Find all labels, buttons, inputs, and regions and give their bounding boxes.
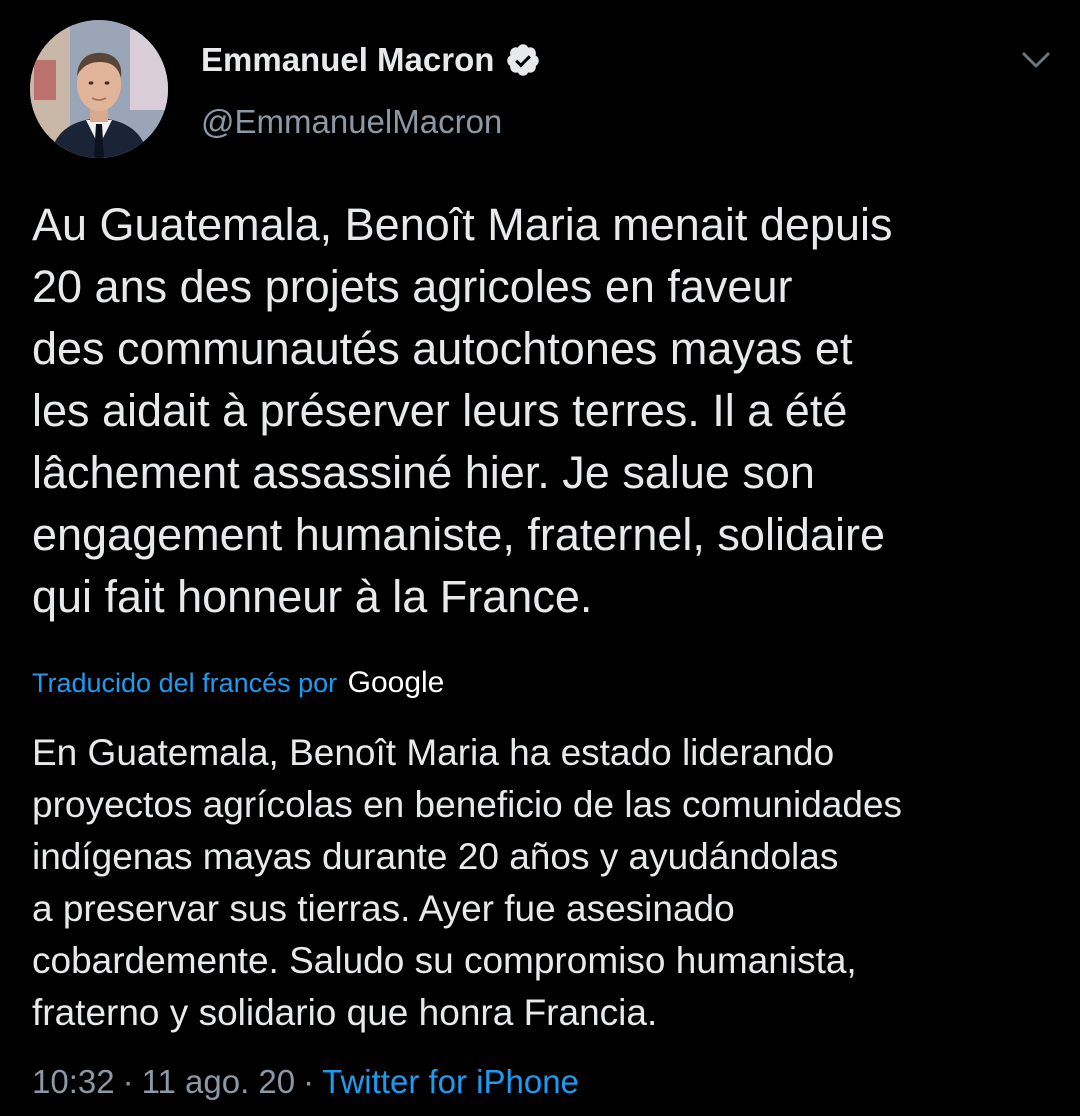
chevron-down-icon[interactable] [1018, 46, 1054, 74]
meta-separator: · [303, 1063, 315, 1100]
meta-separator: · [122, 1063, 134, 1100]
translated-text-line: indígenas mayas durante 20 años y ayudán… [32, 836, 839, 877]
tweet-text-line: 20 ans des projets agricoles en faveur [32, 261, 793, 312]
tweet: Emmanuel Macron @EmmanuelMacron Au Guate… [0, 0, 1080, 1116]
translated-text-line: a preservar sus tierras. Ayer fue asesin… [32, 888, 735, 929]
translated-text-line: En Guatemala, Benoît Maria ha estado lid… [32, 732, 835, 773]
translated-text-line: proyectos agrícolas en beneficio de las … [32, 784, 903, 825]
tweet-text: Au Guatemala, Benoît Maria menait depuis… [32, 194, 1052, 628]
tweet-text-line: qui fait honneur à la France. [32, 571, 593, 622]
tweet-text-line: lâchement assassiné hier. Je salue son [32, 447, 815, 498]
tweet-time[interactable]: 10:32 [32, 1063, 115, 1100]
translated-text-line: fraterno y solidario que honra Francia. [32, 992, 658, 1033]
avatar-photo [30, 20, 168, 158]
translated-text: En Guatemala, Benoît Maria ha estado lid… [32, 727, 1052, 1039]
verified-badge-icon [507, 44, 539, 76]
google-logo: Google [347, 666, 445, 699]
translation-attribution: Traducido del francés por Google [32, 662, 444, 704]
avatar[interactable] [30, 20, 168, 158]
tweet-text-line: engagement humaniste, fraternel, solidai… [32, 509, 886, 560]
tweet-text-line: Au Guatemala, Benoît Maria menait depuis [32, 199, 893, 250]
author-name[interactable]: Emmanuel Macron [201, 38, 494, 82]
translated-text-line: cobardemente. Saludo su compromiso human… [32, 940, 857, 981]
tweet-text-line: les aidait à préserver leurs terres. Il … [32, 385, 848, 436]
tweet-source-link[interactable]: Twitter for iPhone [322, 1063, 579, 1100]
tweet-meta: 10:32 · 11 ago. 20 · Twitter for iPhone [32, 1060, 579, 1104]
translated-from-link[interactable]: Traducido del francés por [32, 668, 337, 698]
tweet-text-line: des communautés autochtones mayas et [32, 323, 853, 374]
tweet-date[interactable]: 11 ago. 20 [142, 1063, 296, 1100]
author-handle[interactable]: @EmmanuelMacron [201, 100, 502, 144]
